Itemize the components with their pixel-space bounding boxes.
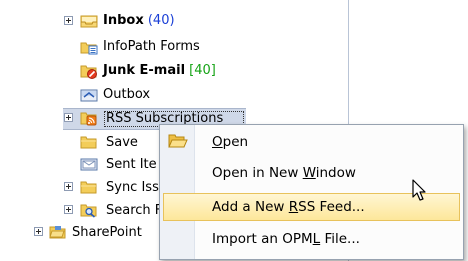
junk-mail-icon bbox=[80, 65, 97, 79]
folder-junk-email[interactable]: Junk E-mail [40] bbox=[103, 63, 216, 79]
sharepoint-label: SharePoint bbox=[72, 225, 142, 240]
expand-inbox-button[interactable] bbox=[64, 16, 73, 25]
folder-infopath-forms[interactable]: InfoPath Forms bbox=[103, 39, 200, 55]
add-rss-feed-label: Add a New RSS Feed... bbox=[212, 199, 365, 215]
open-new-window-label: Open in New Window bbox=[212, 165, 356, 181]
open-label: Open bbox=[212, 134, 249, 150]
mouse-cursor-icon bbox=[412, 179, 426, 201]
save-label: Save bbox=[106, 135, 138, 150]
sync-label: Sync Iss bbox=[106, 180, 159, 195]
inbox-label: Inbox bbox=[103, 13, 144, 28]
outbox-icon bbox=[80, 89, 98, 102]
save-folder-icon bbox=[80, 136, 97, 149]
expand-search-folders-button[interactable] bbox=[64, 205, 73, 214]
inbox-icon bbox=[80, 15, 98, 28]
folder-outbox[interactable]: Outbox bbox=[103, 87, 150, 103]
sent-label: Sent Ite bbox=[106, 157, 157, 172]
import-opml-label: Import an OPML File... bbox=[212, 231, 360, 247]
sharepoint-folder-icon bbox=[49, 226, 66, 239]
infopath-label: InfoPath Forms bbox=[103, 39, 200, 54]
rss-folder-icon bbox=[80, 112, 97, 126]
open-folder-icon bbox=[168, 134, 188, 148]
folder-save[interactable]: Save bbox=[106, 135, 138, 151]
sent-items-icon bbox=[80, 158, 98, 171]
sync-issues-folder-icon bbox=[80, 181, 97, 194]
folder-sent-items[interactable]: Sent Ite bbox=[106, 157, 157, 173]
menu-item-open[interactable]: Open bbox=[160, 128, 463, 156]
folder-sync-issues[interactable]: Sync Iss bbox=[106, 180, 159, 196]
outbox-label: Outbox bbox=[103, 87, 151, 102]
infopath-folder-icon bbox=[80, 42, 98, 55]
junk-count: [40] bbox=[189, 63, 216, 78]
inbox-count: (40) bbox=[147, 13, 175, 28]
folder-inbox[interactable]: Inbox (40) bbox=[103, 13, 175, 29]
expand-sharepoint-button[interactable] bbox=[34, 227, 43, 236]
menu-item-import-opml[interactable]: Import an OPML File... bbox=[160, 225, 463, 253]
folder-sharepoint[interactable]: SharePoint bbox=[72, 225, 142, 241]
folder-search-folders[interactable]: Search F bbox=[106, 203, 162, 219]
search-folders-icon bbox=[80, 204, 97, 218]
expand-sync-issues-button[interactable] bbox=[64, 182, 73, 191]
expand-rss-button[interactable] bbox=[64, 113, 73, 122]
search-label: Search F bbox=[106, 203, 163, 218]
junk-label: Junk E-mail bbox=[103, 63, 186, 78]
